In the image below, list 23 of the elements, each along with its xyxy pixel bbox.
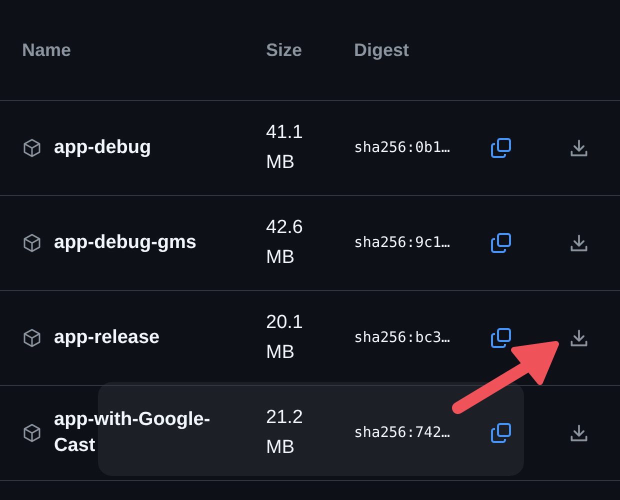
artifact-digest: sha256:742… (354, 425, 452, 441)
package-icon (22, 138, 42, 158)
artifact-digest: sha256:9c1… (354, 235, 452, 251)
copy-icon[interactable] (488, 420, 514, 446)
copy-icon[interactable] (488, 230, 514, 256)
artifact-size: 20.1 MB (266, 310, 304, 365)
copy-icon[interactable] (488, 135, 514, 161)
artifact-name: app-with-Google-Cast (54, 408, 212, 458)
artifact-size: 42.6 MB (266, 216, 304, 270)
column-header: Digest (354, 40, 410, 60)
package-icon (22, 423, 42, 443)
artifact-digest: sha256:0b1… (354, 140, 452, 156)
column-header: Name (22, 40, 72, 60)
artifact-name: app-debug-gms (54, 231, 198, 256)
package-icon (22, 328, 42, 348)
artifact-size: 21.2 MB (266, 406, 304, 460)
artifact-name: app-debug (54, 136, 152, 160)
column-header: Size (266, 40, 304, 60)
package-icon (22, 233, 42, 253)
artifact-name: app-release (54, 326, 161, 350)
artifact-digest: sha256:bc3… (354, 330, 452, 346)
artifact-size: 41.1 MB (266, 120, 304, 175)
copy-icon[interactable] (488, 325, 514, 351)
